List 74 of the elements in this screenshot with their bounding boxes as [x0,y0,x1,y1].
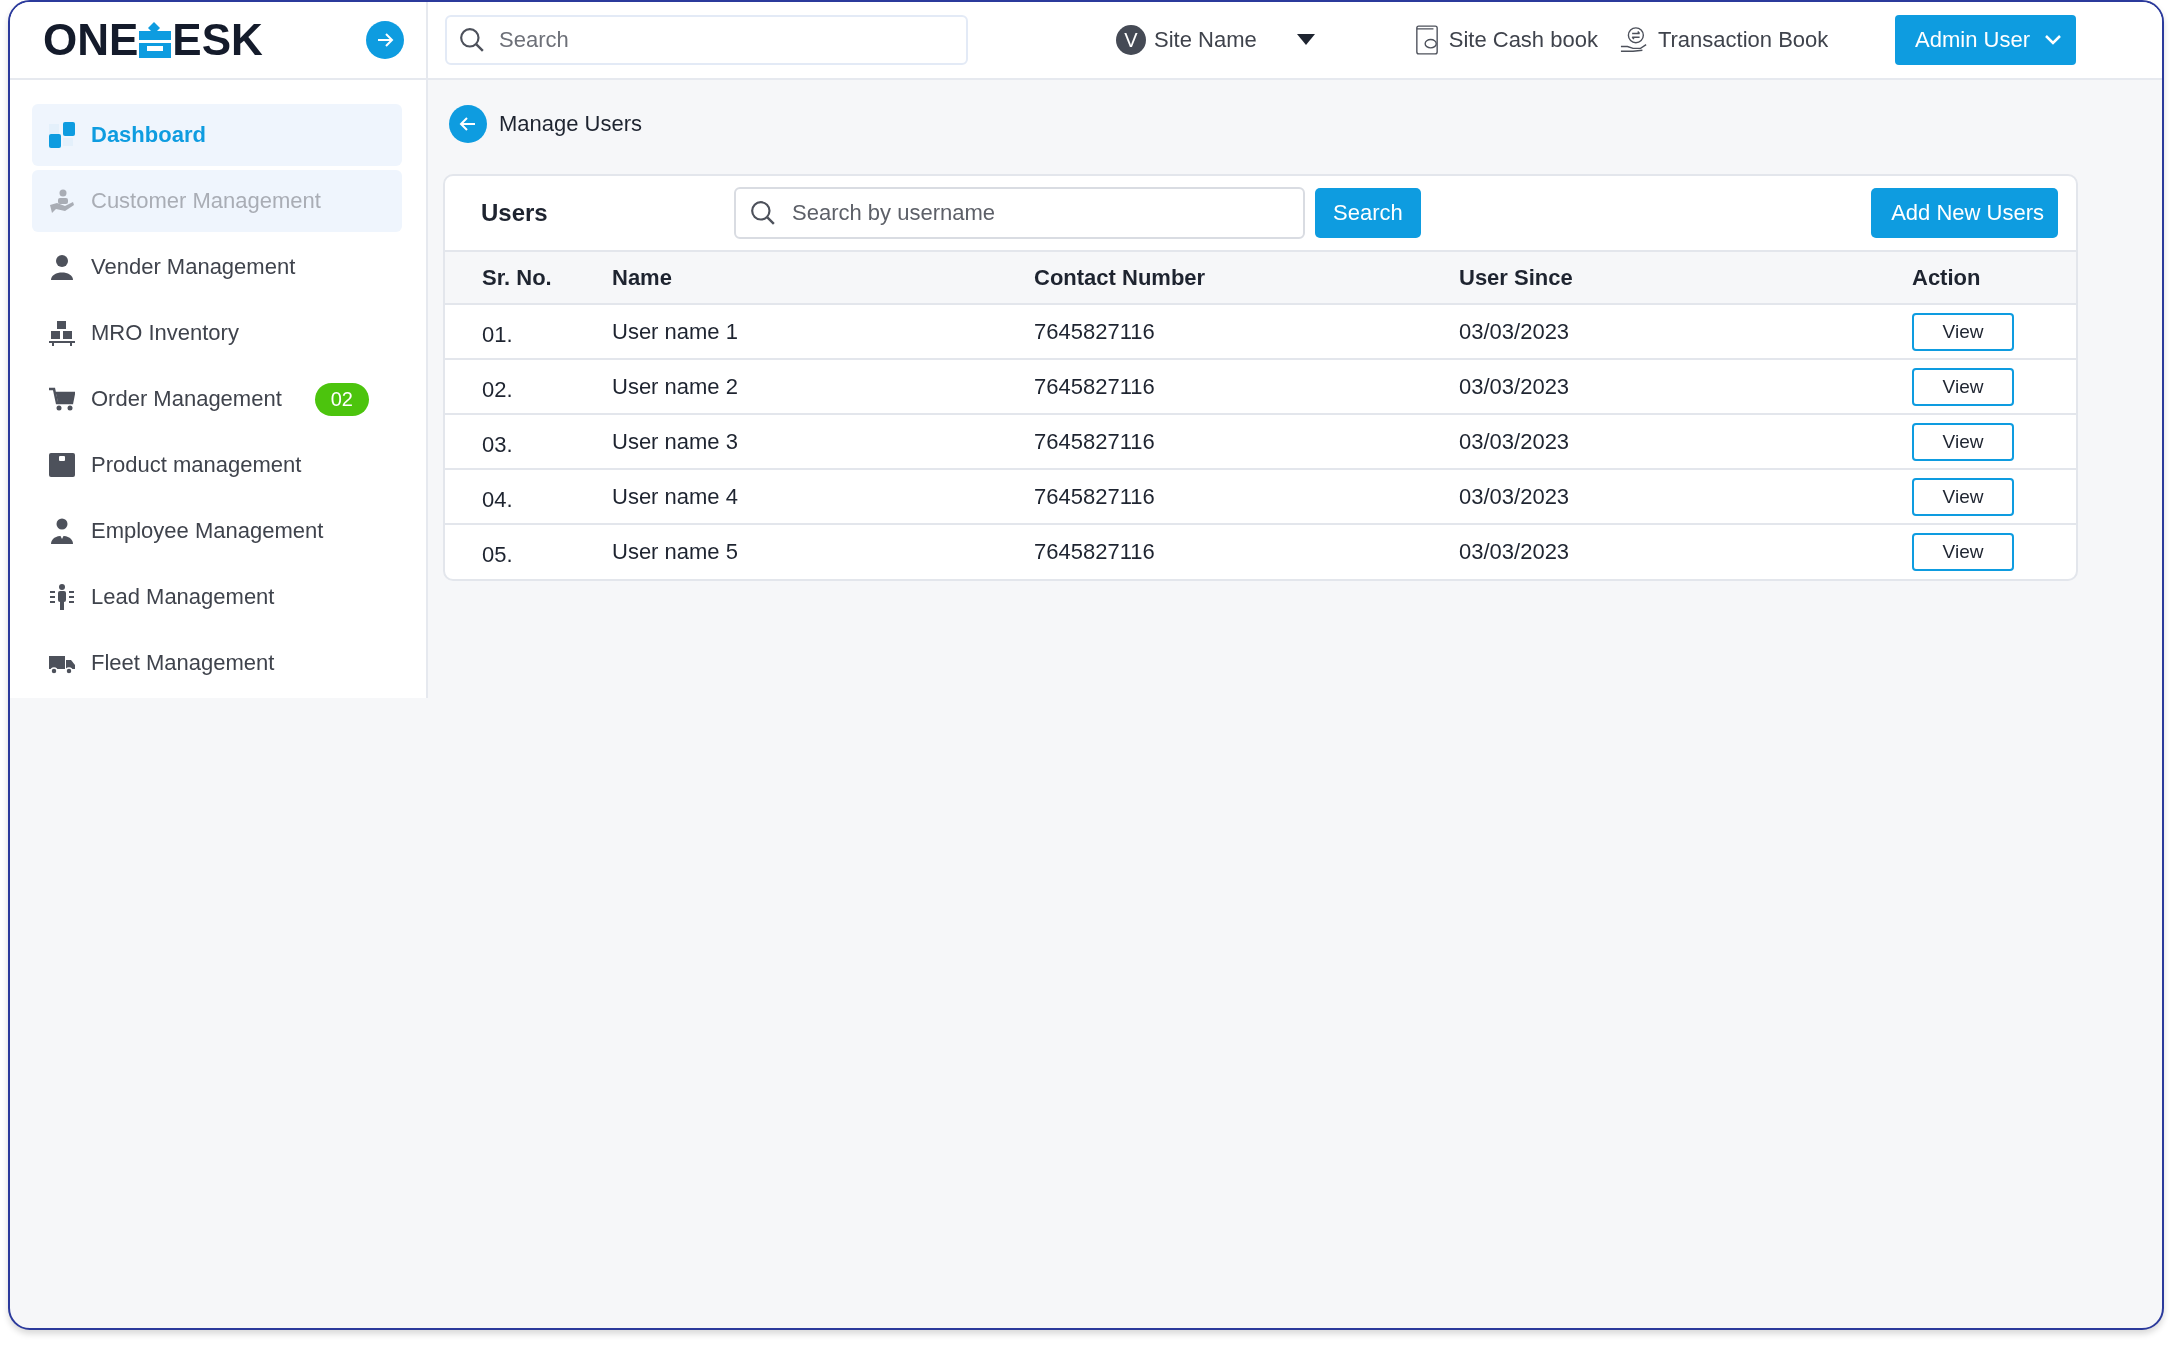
view-button[interactable]: View [1912,533,2014,571]
table-cell: 7645827116 [1034,428,1155,454]
sidebar-item-label: Vender Management [91,254,296,280]
column-header: Name [612,264,672,290]
sidebar-item-label: Order Management [91,386,282,412]
view-button[interactable]: View [1912,477,2014,516]
column-header: Contact Number [1034,264,1206,290]
table-cell-text: 03. [482,430,513,458]
back-button[interactable] [449,105,487,143]
column-header: Action [1912,264,1981,290]
table-cell: 7645827116 [1034,373,1155,399]
table-cell-text: 04. [482,485,513,513]
sidebar-item-label: Employee Management [91,518,324,544]
table-cell: 03/03/2023 [1459,539,1570,564]
view-button[interactable]: View [1912,312,2014,351]
table-cell: User name 5 [612,539,738,564]
sidebar-item-label: Customer Management [91,188,321,214]
column-header: Sr. No. [482,264,552,290]
sidebar-item[interactable]: Lead Management [32,566,402,628]
view-button[interactable]: View [1912,367,2014,406]
table-cell: 03/03/2023 [1459,428,1570,454]
dashboard-icon [49,122,75,148]
search-icon [750,200,776,226]
table-cell-text: 05. [482,541,513,568]
table-cell-text: 02. [482,375,513,403]
table-cell: User name 4 [612,483,738,509]
table-cell: 03/03/2023 [1459,483,1570,509]
table-cell-text: 01. [482,320,513,348]
count-badge: 02 [314,382,369,416]
hand-exchange-icon [1619,26,1648,54]
chevron-down-icon [2044,34,2062,46]
table-cell: 7645827116 [1034,539,1155,564]
table-cell: User name 2 [612,373,738,399]
table-cell: 03/03/2023 [1459,318,1570,344]
site-name[interactable]: Site Name [1154,27,1257,53]
table-cell: User name 3 [612,428,738,454]
sidebar-item[interactable]: Fleet Management [32,632,402,694]
table-cell: 7645827116 [1034,318,1155,344]
page-title: Manage Users [499,111,643,137]
search-field[interactable]: Search by username [734,187,1305,239]
column-header: User Since [1459,264,1573,290]
card-title: Users [481,199,549,227]
site-avatar: V [1116,25,1146,55]
logo-text: ESK [172,15,263,65]
table-cell: 03/03/2023 [1459,373,1570,399]
expand-button[interactable] [366,21,404,59]
person-icon [49,254,75,280]
sidebar-item-label: Product management [91,452,302,478]
sidebar-item-label: MRO Inventory [91,320,239,346]
lead-person-icon [49,584,75,610]
sidebar-item[interactable]: Vender Management [32,236,402,298]
box-icon [49,452,75,478]
sidebar-item-label: Lead Management [91,584,275,610]
boxes-icon [49,320,75,346]
employee-icon [49,518,75,544]
sidebar-item[interactable]: Order Management 02 [32,368,402,430]
sidebar-item-label: Fleet Management [91,650,275,676]
logo-text: ONE [43,15,139,65]
sidebar-item[interactable]: Employee Management [32,500,402,562]
cart-icon [49,386,75,412]
header-link[interactable]: Transaction Book [1619,26,1829,54]
search-field[interactable]: Search [445,15,968,65]
sidebar-item[interactable]: Product management [32,434,402,496]
sidebar-item[interactable]: MRO Inventory [32,302,402,364]
caret-down-icon[interactable] [1296,34,1315,46]
table-cell: User name 1 [612,318,738,344]
view-button[interactable]: View [1912,422,2014,461]
header-link[interactable]: Site Cash book [1414,25,1598,55]
wallet-book-icon [1414,25,1439,55]
sidebar-item-label: Dashboard [91,122,206,148]
hand-person-icon [49,188,75,214]
search-icon [459,27,485,53]
logo-d-icon [138,22,173,58]
table-cell: 7645827116 [1034,483,1155,509]
